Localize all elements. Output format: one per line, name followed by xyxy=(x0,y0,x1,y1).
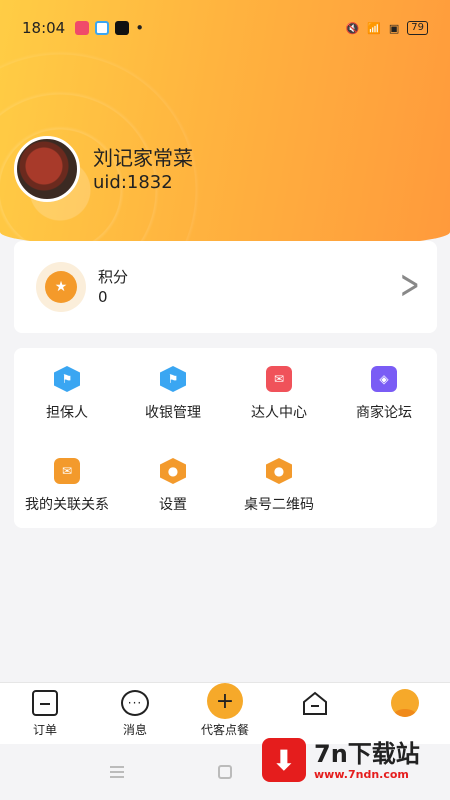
envelope-icon: ✉ xyxy=(266,366,292,392)
menu-item-label: 收银管理 xyxy=(145,405,201,421)
menu-item-guarantor[interactable]: ⚑ 担保人 xyxy=(14,366,120,436)
menu-item-cashier[interactable]: ⚑ 收银管理 xyxy=(120,366,226,436)
menu-item-label: 设置 xyxy=(159,497,187,513)
nav-profile[interactable] xyxy=(360,689,450,721)
menu-item-label: 商家论坛 xyxy=(356,405,412,421)
chevron-right-icon[interactable]: > xyxy=(400,265,420,305)
tiktok-app-icon xyxy=(115,21,130,35)
menu-item-label: 桌号二维码 xyxy=(244,497,314,513)
download-arrow-icon: ⬇ xyxy=(262,738,306,782)
menu-item-forum[interactable]: ◈ 商家论坛 xyxy=(331,366,437,436)
menu-item-settings[interactable]: ● 设置 xyxy=(120,458,226,528)
flag-icon: ⚑ xyxy=(160,366,186,392)
menu-item-label: 达人中心 xyxy=(251,405,307,421)
nav-home[interactable] xyxy=(270,689,360,721)
flag-icon: ⚑ xyxy=(54,366,80,392)
bottom-nav: 订单 ··· 消息 + 代客点餐 xyxy=(0,682,450,744)
mute-icon: 🔇 xyxy=(345,21,360,35)
menu-item-influencer[interactable]: ✉ 达人中心 xyxy=(226,366,332,436)
chat-icon: ◈ xyxy=(371,366,397,392)
store-uid: uid:1832 xyxy=(93,172,173,193)
nav-proxy-order[interactable]: + 代客点餐 xyxy=(180,683,270,738)
user-icon xyxy=(391,689,419,717)
notification-dot-icon: • xyxy=(135,19,145,37)
points-label: 积分 xyxy=(98,268,129,286)
nav-label: 消息 xyxy=(122,723,147,737)
order-icon xyxy=(32,690,58,716)
gear-icon: ● xyxy=(160,458,186,484)
battery-icon: 79 xyxy=(407,21,428,35)
points-card[interactable]: ★ 积分 0 > xyxy=(14,241,437,333)
browser-app-icon xyxy=(95,21,110,35)
watermark-title: 7n下载站 xyxy=(314,739,420,768)
status-bar: 18:04 • 🔇 📶 ▣ 79 xyxy=(0,0,450,56)
menu-icon[interactable] xyxy=(110,766,124,778)
menu-item-table-qrcode[interactable]: ● 桌号二维码 xyxy=(226,458,332,528)
message-icon: ··· xyxy=(121,690,149,716)
nav-label: 代客点餐 xyxy=(200,723,249,737)
mail-icon: ✉ xyxy=(54,458,80,484)
menu-item-label: 担保人 xyxy=(46,405,88,421)
wifi-icon: 📶 xyxy=(367,21,381,35)
nav-orders[interactable]: 订单 xyxy=(0,689,90,738)
nav-label: 订单 xyxy=(32,723,57,737)
home-button-icon[interactable] xyxy=(218,765,232,779)
store-name: 刘记家常菜 xyxy=(93,146,193,170)
nav-messages[interactable]: ··· 消息 xyxy=(90,689,180,738)
points-value: 0 xyxy=(98,288,108,306)
watermark: ⬇ 7n下载站 www.7ndn.com xyxy=(262,738,420,782)
video-app-icon xyxy=(75,21,90,35)
store-avatar[interactable] xyxy=(14,136,80,202)
status-time: 18:04 xyxy=(22,19,66,37)
menu-item-relations[interactable]: ✉ 我的关联关系 xyxy=(14,458,120,528)
plus-icon: + xyxy=(207,683,243,719)
watermark-url: www.7ndn.com xyxy=(314,767,409,781)
home-icon xyxy=(303,691,327,715)
qrcode-icon: ● xyxy=(266,458,292,484)
coin-icon: ★ xyxy=(36,262,86,312)
menu-grid: ⚑ 担保人 ⚑ 收银管理 ✉ 达人中心 ◈ 商家论坛 ✉ 我的关联关系 ● 设置… xyxy=(14,348,437,528)
menu-item-label: 我的关联关系 xyxy=(25,497,109,513)
sim-icon: ▣ xyxy=(388,21,400,35)
